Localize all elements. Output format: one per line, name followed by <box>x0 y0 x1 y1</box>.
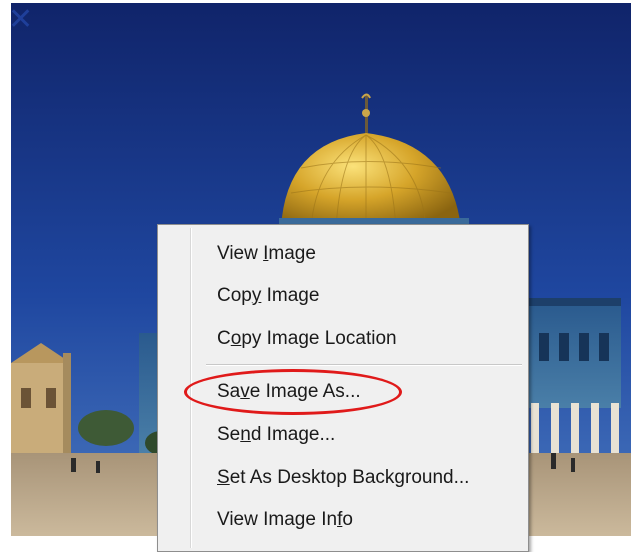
menu-item-save-image-as[interactable]: Save Image As... <box>161 375 525 409</box>
menu-item-set-as-desktop-background[interactable]: Set As Desktop Background... <box>161 461 525 495</box>
menu-item-view-image-info[interactable]: View Image Info <box>161 503 525 537</box>
menu-item-label: Cop <box>217 285 252 306</box>
menu-separator <box>206 364 522 366</box>
menu-item-label: Se <box>217 424 241 445</box>
context-menu: View Image Copy Image Copy Image Locatio… <box>157 224 529 552</box>
menu-item-view-image[interactable]: View Image <box>161 237 525 271</box>
menu-item-label: e Image As... <box>249 381 361 402</box>
menu-item-mnemonic: S <box>217 467 230 488</box>
menu-item-label: mage <box>268 243 316 264</box>
menu-item-label: o <box>342 509 353 530</box>
menu-item-label: d Image... <box>250 424 336 445</box>
close-icon[interactable]: ✕ <box>8 4 40 36</box>
menu-item-label: C <box>217 328 231 349</box>
menu-item-label: Image <box>261 285 320 306</box>
menu-item-mnemonic: o <box>230 328 242 349</box>
menu-item-mnemonic: y <box>251 285 262 306</box>
menu-item-send-image[interactable]: Send Image... <box>161 418 525 452</box>
menu-item-mnemonic: v <box>240 381 250 402</box>
menu-item-copy-image-location[interactable]: Copy Image Location <box>161 322 525 356</box>
menu-item-label: et As Desktop Background... <box>229 467 470 488</box>
menu-item-label: View <box>217 243 264 264</box>
menu-item-mnemonic: n <box>240 424 251 445</box>
menu-item-copy-image[interactable]: Copy Image <box>161 279 525 313</box>
menu-item-label: Sa <box>217 381 241 402</box>
menu-item-label: View Image In <box>217 509 338 530</box>
menu-item-label: py Image Location <box>241 328 397 349</box>
